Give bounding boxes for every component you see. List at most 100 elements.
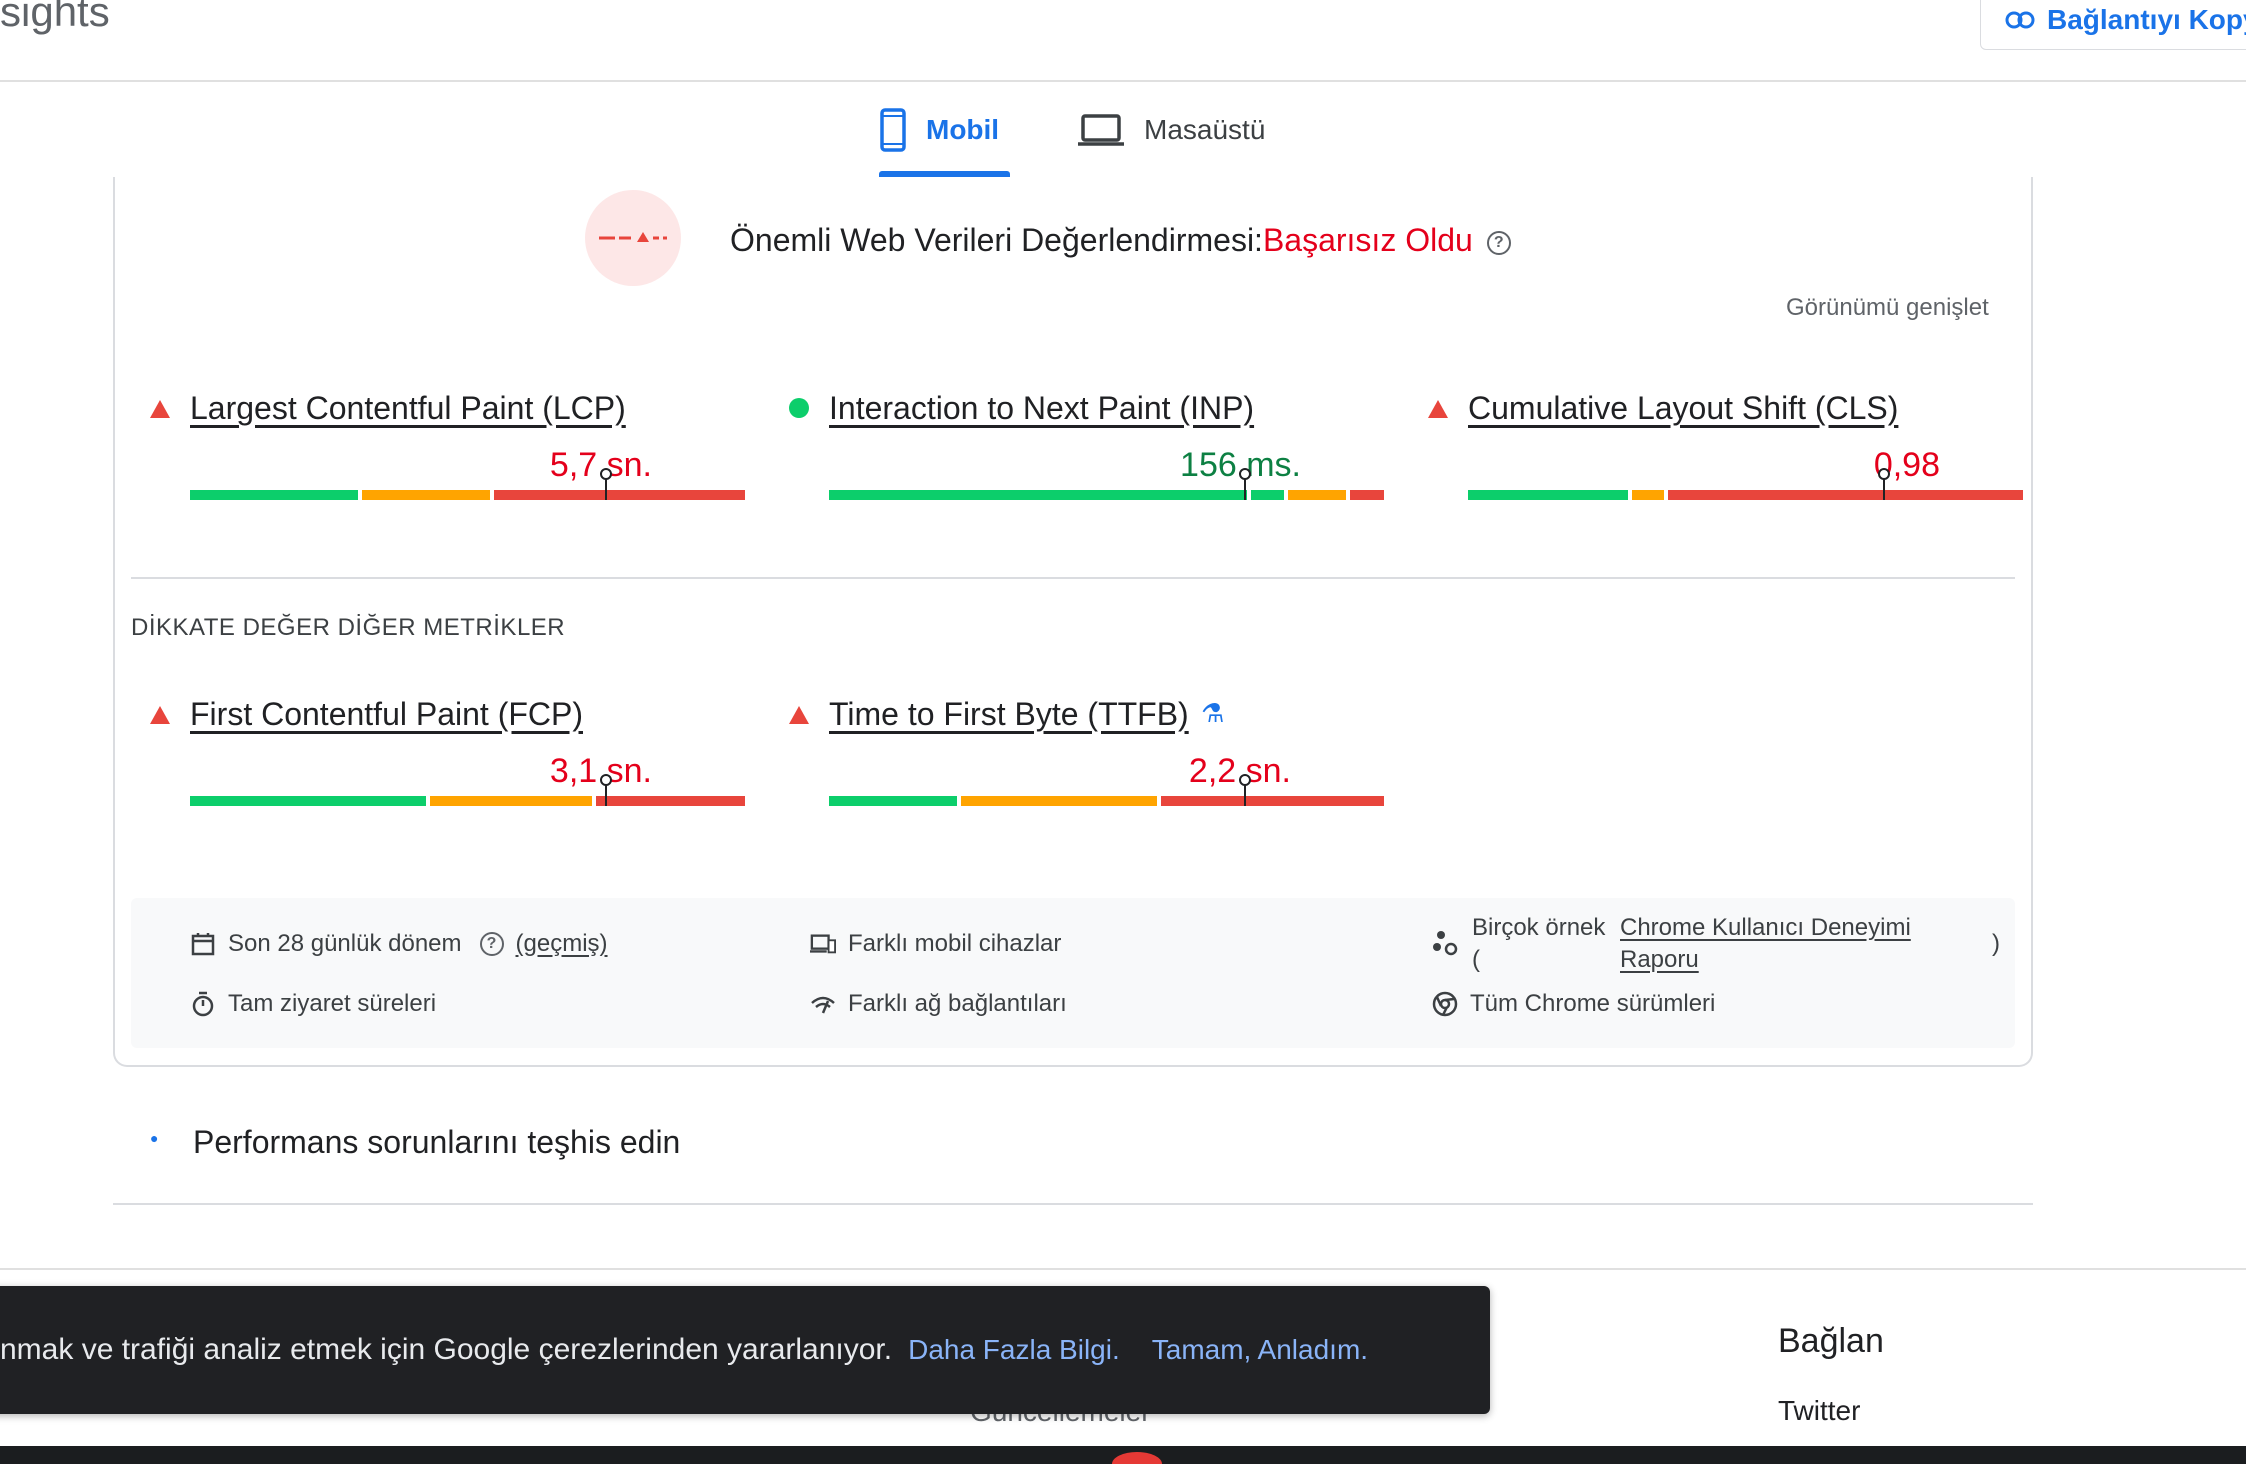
period-text: Son 28 günlük dönem — [228, 930, 462, 957]
bar-segment-poor — [1161, 796, 1384, 806]
tab-desktop-label: Masaüstü — [1144, 114, 1266, 145]
bar-segment-poor — [1668, 490, 2023, 500]
bar-segment-poor — [494, 490, 745, 500]
assessment-badge — [585, 190, 681, 286]
assessment-label: Önemli Web Verileri Değerlendirmesi: — [730, 222, 1263, 258]
cookie-banner: nmak ve trafiği analiz etmek için Google… — [0, 1286, 1490, 1414]
section-divider — [113, 1203, 2033, 1205]
info-period: Son 28 günlük dönem ? (geçmiş) — [190, 930, 608, 958]
percentile-marker — [1239, 468, 1251, 500]
distribution-bar — [829, 774, 1384, 806]
failed-metrics-icon — [599, 232, 667, 242]
distribution-bar — [1468, 468, 2023, 500]
metric-lcp: Largest Contentful Paint (LCP) 5,7 sn. — [150, 390, 745, 540]
page-title: sights — [0, 0, 110, 35]
stopwatch-icon — [190, 991, 216, 1017]
metric-ttfb: Time to First Byte (TTFB) ⚗ 2,2 sn. — [789, 696, 1384, 846]
crux-report-link[interactable]: Chrome Kullanıcı Deneyimi — [1620, 914, 1911, 942]
link-icon — [2005, 11, 2035, 29]
bar-segment-needs-improvement — [1288, 490, 1346, 500]
bar-segment-good — [1468, 490, 1628, 500]
info-samples: Birçok örnek ( Chrome Kullanıcı Deneyimi… — [1432, 912, 2012, 982]
poor-triangle-icon — [150, 706, 170, 724]
bar-segment-needs-improvement — [362, 490, 490, 500]
section-divider — [131, 577, 2015, 579]
visit-durations-text: Tam ziyaret süreleri — [228, 990, 437, 1017]
help-icon[interactable]: ? — [1486, 230, 1511, 255]
poor-triangle-icon — [150, 400, 170, 418]
tab-desktop[interactable]: Masaüstü — [1078, 104, 1265, 156]
info-chrome-versions: Tüm Chrome sürümleri — [1432, 990, 1715, 1018]
distribution-bar — [829, 468, 1384, 500]
info-network: Farklı ağ bağlantıları — [810, 990, 1067, 1018]
calendar-icon — [190, 931, 216, 957]
info-visit-durations: Tam ziyaret süreleri — [190, 990, 436, 1018]
bar-segment-poor — [596, 796, 745, 806]
percentile-marker — [600, 774, 612, 806]
header-divider — [0, 80, 2246, 82]
help-icon[interactable]: ? — [479, 932, 504, 956]
tab-mobile[interactable]: Mobil — [880, 104, 999, 156]
metric-name[interactable]: Cumulative Layout Shift (CLS) — [1468, 390, 1898, 427]
assessment-status: Başarısız Oldu — [1262, 222, 1473, 258]
bar-segment-good — [829, 796, 957, 806]
metric-value: 5,7 sn. — [549, 446, 652, 484]
diagnose-heading[interactable]: Performans sorunlarını teşhis edin — [193, 1124, 680, 1161]
metric-value: 3,1 sn. — [549, 752, 652, 790]
bar-segment-good — [190, 490, 358, 500]
poor-triangle-icon — [1428, 400, 1448, 418]
metric-name[interactable]: Time to First Byte (TTFB) — [829, 696, 1189, 733]
samples-text: Birçok örnek — [1472, 914, 1606, 941]
experimental-flask-icon: ⚗ — [1201, 698, 1225, 728]
metric-value: 2,2 sn. — [1188, 752, 1291, 790]
metric-name[interactable]: Largest Contentful Paint (LCP) — [190, 390, 626, 427]
metric-fcp: First Contentful Paint (FCP) 3,1 sn. — [150, 696, 745, 846]
smartphone-icon — [880, 108, 906, 152]
devices-text: Farklı mobil cihazlar — [848, 930, 1062, 957]
footer-divider — [0, 1268, 2246, 1270]
percentile-marker — [600, 468, 612, 500]
chrome-icon — [1432, 991, 1458, 1017]
network-text: Farklı ağ bağlantıları — [848, 990, 1067, 1017]
samples-paren-close: ) — [1992, 930, 2000, 957]
distribution-bar — [190, 468, 745, 500]
footer-link-twitter[interactable]: Twitter — [1778, 1395, 1860, 1427]
distribution-bar — [190, 774, 745, 806]
percentile-marker — [1878, 468, 1890, 500]
network-signal-icon — [810, 991, 836, 1017]
info-devices: Farklı mobil cihazlar — [810, 930, 1061, 958]
bar-segment-good — [1251, 490, 1284, 500]
learn-more-link[interactable]: Daha Fazla Bilgi. — [908, 1334, 1120, 1366]
chrome-versions-text: Tüm Chrome sürümleri — [1470, 990, 1716, 1017]
poor-triangle-icon — [789, 706, 809, 724]
devices-icon — [810, 931, 836, 957]
good-dot-icon — [789, 398, 809, 418]
other-metrics-heading: DİKKATE DEĞER DİĞER METRİKLER — [131, 614, 566, 641]
expand-view-link[interactable]: Görünümü genişlet — [1786, 294, 1989, 322]
cookie-text: nmak ve trafiği analiz etmek için Google… — [0, 1333, 893, 1366]
metric-name[interactable]: Interaction to Next Paint (INP) — [829, 390, 1254, 427]
bar-segment-good — [829, 490, 1247, 500]
loading-spinner-icon: ● — [150, 1130, 159, 1146]
accept-cookies-button[interactable]: Tamam, Anladım. — [1152, 1334, 1368, 1366]
bar-segment-good — [190, 796, 426, 806]
footer-heading-connect: Bağlan — [1778, 1322, 1884, 1360]
metric-inp: Interaction to Next Paint (INP) 156 ms. — [789, 390, 1384, 540]
tab-mobile-label: Mobil — [926, 114, 1000, 145]
bar-segment-needs-improvement — [1632, 490, 1664, 500]
copy-link-label: Bağlantıyı Kopy — [2047, 4, 2246, 35]
percentile-marker — [1239, 774, 1251, 806]
bar-segment-poor — [1350, 490, 1384, 500]
metric-name[interactable]: First Contentful Paint (FCP) — [190, 696, 583, 733]
crux-report-link-continued[interactable]: Raporu — [1620, 946, 1699, 974]
samples-dots-icon — [1432, 930, 1458, 956]
laptop-icon — [1078, 114, 1124, 146]
metric-cls: Cumulative Layout Shift (CLS) 0,98 — [1428, 390, 2023, 540]
assessment-title: Önemli Web Verileri Değerlendirmesi:Başa… — [730, 222, 1511, 259]
bar-segment-needs-improvement — [430, 796, 592, 806]
history-link[interactable]: (geçmiş) — [516, 930, 608, 958]
samples-paren-open: ( — [1472, 946, 1480, 973]
bar-segment-needs-improvement — [961, 796, 1157, 806]
copy-link-button[interactable]: Bağlantıyı Kopy — [1980, 0, 2246, 50]
metric-value: 156 ms. — [1180, 446, 1301, 484]
